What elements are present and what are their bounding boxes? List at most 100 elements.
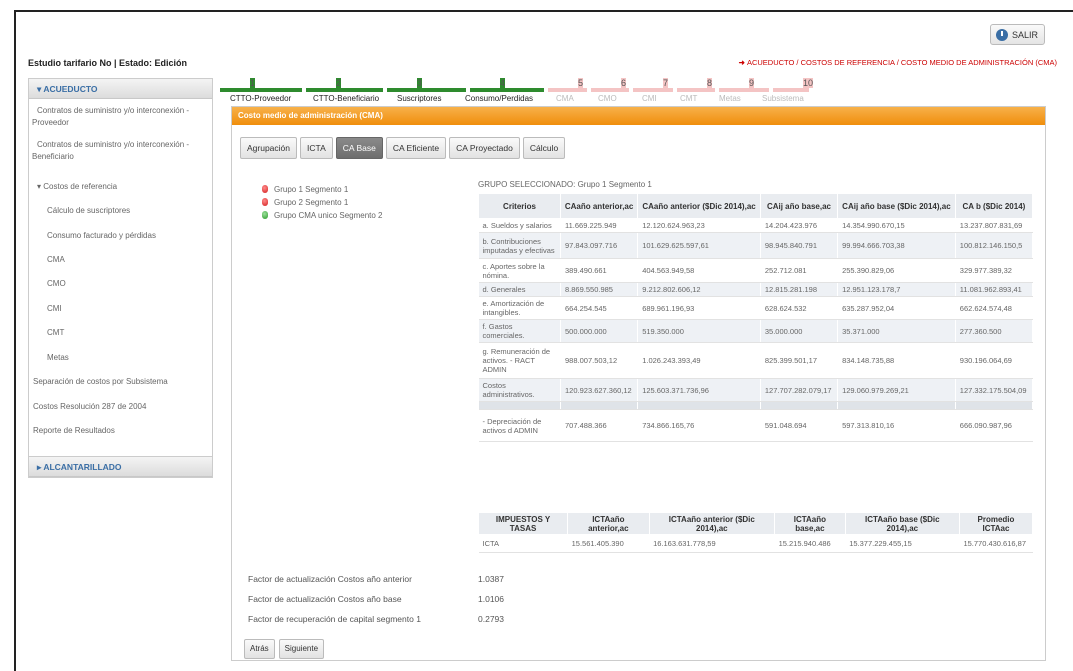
sidebar-item-cmi[interactable]: CMI (47, 303, 62, 315)
table-cell: - Depreciación de activos d ADMIN (478, 409, 561, 442)
main-panel: Costo medio de administración (CMA) Agru… (231, 106, 1046, 661)
sidebar-item-contratos-proveedor[interactable]: Contratos de suministro y/o interconexió… (32, 105, 189, 129)
group-item[interactable]: Grupo 2 Segmento 1 (262, 196, 383, 208)
table-cell: 277.360.500 (955, 319, 1034, 343)
table-cell: 9.212.802.606,12 (637, 282, 761, 297)
table-cell: 500.000.000 (560, 319, 639, 343)
table-cell: 101.629.625.597,61 (637, 232, 761, 259)
step-label[interactable]: Subsistema (762, 94, 804, 103)
step-label[interactable]: CTTO-Beneficiario (313, 94, 379, 103)
sidebar-item-costos-resolucion[interactable]: Costos Resolución 287 de 2004 (33, 401, 146, 413)
sidebar-section-acueducto[interactable]: ▾ ACUEDUCTO (29, 79, 212, 99)
table-cell: 591.048.694 (760, 409, 839, 442)
tab-ca-base[interactable]: CA Base (335, 137, 383, 159)
breadcrumb-text: Acueducto / Costos de referencia / Costo… (746, 58, 1057, 67)
factor-row: Factor de actualización Costos año anter… (248, 569, 504, 589)
step-number-badge: 8 (707, 78, 713, 88)
table-cell: 16.163.631.778,59 (649, 534, 775, 553)
separator-cell (837, 401, 956, 410)
step-label[interactable]: CTTO-Proveedor (230, 94, 291, 103)
table-cell: 15.215.940.486 (774, 534, 846, 553)
table-cell: 734.866.165,76 (637, 409, 761, 442)
tab-agrupacion[interactable]: Agrupación (240, 137, 298, 159)
step-number-badge: 1 (250, 78, 256, 88)
salir-button[interactable]: SALIR (990, 24, 1045, 45)
sidebar-item-cmt[interactable]: CMT (47, 327, 64, 339)
separator-cell (637, 401, 761, 410)
step-number-badge: 10 (803, 78, 814, 88)
table-row: Costos administrativos. 120.923.627.360,1… (478, 378, 1034, 402)
status-dot-icon (262, 185, 268, 193)
step-connector (220, 88, 302, 92)
separator-cell (478, 401, 561, 410)
sidebar-item-calculo-suscriptores[interactable]: Cálculo de suscriptores (47, 205, 130, 217)
tab-calculo[interactable]: Cálculo (522, 137, 566, 159)
factors: Factor de actualización Costos año anter… (248, 569, 504, 629)
step-label[interactable]: CMO (598, 94, 617, 103)
sidebar-item-reporte-resultados[interactable]: Reporte de Resultados (33, 425, 115, 437)
estudio-title: Estudio tarifario No | Estado: Edición (28, 58, 188, 68)
sidebar-item-consumo-facturado[interactable]: Consumo facturado y pérdidas (47, 230, 156, 242)
sidebar: ▾ ACUEDUCTO Contratos de suministro y/o … (28, 78, 213, 478)
factor-label: Factor de actualización Costos año base (248, 594, 402, 604)
table-cell: 255.390.829,06 (837, 258, 956, 283)
step-label[interactable]: Metas (719, 94, 741, 103)
factor-value: 0.2793 (478, 614, 504, 624)
table-cell: 35.371.000 (837, 319, 956, 343)
group-list: Grupo 1 Segmento 1 Grupo 2 Segmento 1 Gr… (262, 183, 383, 222)
table-cell: 988.007.503,12 (560, 342, 639, 379)
ca-base-table: Criterios CAaño anterior,ac CAaño anterior… (478, 193, 1034, 442)
sidebar-item-separacion-costos[interactable]: Separación de costos por Subsistema (33, 376, 168, 388)
step-label[interactable]: CMI (642, 94, 657, 103)
tab-ca-eficiente[interactable]: CA Eficiente (385, 137, 447, 159)
sidebar-item-cma[interactable]: CMA (47, 254, 65, 266)
table-cell: 664.254.545 (560, 296, 639, 320)
column-header: IMPUESTOS Y TASAS (477, 512, 569, 535)
sidebar-item-metas[interactable]: Metas (47, 352, 69, 364)
column-header: Criterios (478, 193, 561, 219)
group-item[interactable]: Grupo 1 Segmento 1 (262, 183, 383, 195)
step-number-badge: 9 (749, 78, 755, 88)
tab-icta[interactable]: ICTA (300, 137, 333, 159)
sidebar-item-label: Proveedor (32, 118, 69, 127)
sidebar-section-alcantarillado[interactable]: ▸ ALCANTARILLADO (29, 457, 212, 477)
table-cell: 1.026.243.393,49 (637, 342, 761, 379)
table-cell: 597.313.810,16 (837, 409, 956, 442)
table-cell: 662.624.574,48 (955, 296, 1034, 320)
table-cell: 127.707.282.079,17 (760, 378, 839, 402)
sidebar-item-cmo[interactable]: CMO (47, 278, 66, 290)
sidebar-item-costos-referencia[interactable]: ▾ Costos de referencia (37, 181, 117, 193)
table-cell: 707.488.366 (560, 409, 639, 442)
table-cell: a. Sueldos y salarios (478, 218, 561, 233)
table-cell: 35.000.000 (760, 319, 839, 343)
table-cell: 98.945.840.791 (760, 232, 839, 259)
step-number-badge: 2 (336, 78, 342, 88)
table-cell: 129.060.979.269,21 (837, 378, 956, 402)
table-cell: 12.120.624.963,23 (637, 218, 761, 233)
factor-label: Factor de actualización Costos año anter… (248, 574, 412, 584)
siguiente-button[interactable]: Siguiente (278, 639, 325, 659)
column-header: ICTAaño base ($Dic 2014),ac (844, 512, 960, 535)
step-label[interactable]: CMT (680, 94, 697, 103)
table-cell: g. Remuneración de activos. - RACT ADMIN (478, 342, 561, 379)
atras-button[interactable]: Atrás (244, 639, 275, 659)
column-header: ICTAaño anterior ($Dic 2014),ac (648, 512, 776, 535)
table-row: f. Gastos comerciales. 500.000.000 519.350… (478, 319, 1034, 343)
step-label[interactable]: Consumo/Perdidas (465, 94, 533, 103)
step-label[interactable]: CMA (556, 94, 574, 103)
column-header: ICTAaño base,ac (774, 512, 846, 535)
sidebar-item-contratos-beneficiario[interactable]: Contratos de suministro y/o interconexió… (32, 139, 189, 163)
sidebar-acueducto-body: Contratos de suministro y/o interconexió… (29, 99, 212, 457)
table-cell: 825.399.501,17 (760, 342, 839, 379)
group-label: Grupo CMA unico Segmento 2 (274, 210, 383, 220)
column-header: CAaño anterior ($Dic 2014),ac (637, 193, 761, 219)
step-connector (470, 88, 544, 92)
step-label[interactable]: Suscriptores (397, 94, 441, 103)
separator-cell (560, 401, 639, 410)
table-cell: 100.812.146.150,5 (955, 232, 1034, 259)
separator-cell (760, 401, 839, 410)
tab-ca-proyectado[interactable]: CA Proyectado (449, 137, 520, 159)
group-item[interactable]: Grupo CMA unico Segmento 2 (262, 209, 383, 221)
sidebar-item-label: Contratos de suministro y/o interconexió… (37, 106, 190, 115)
step-number-badge: 6 (621, 78, 627, 88)
